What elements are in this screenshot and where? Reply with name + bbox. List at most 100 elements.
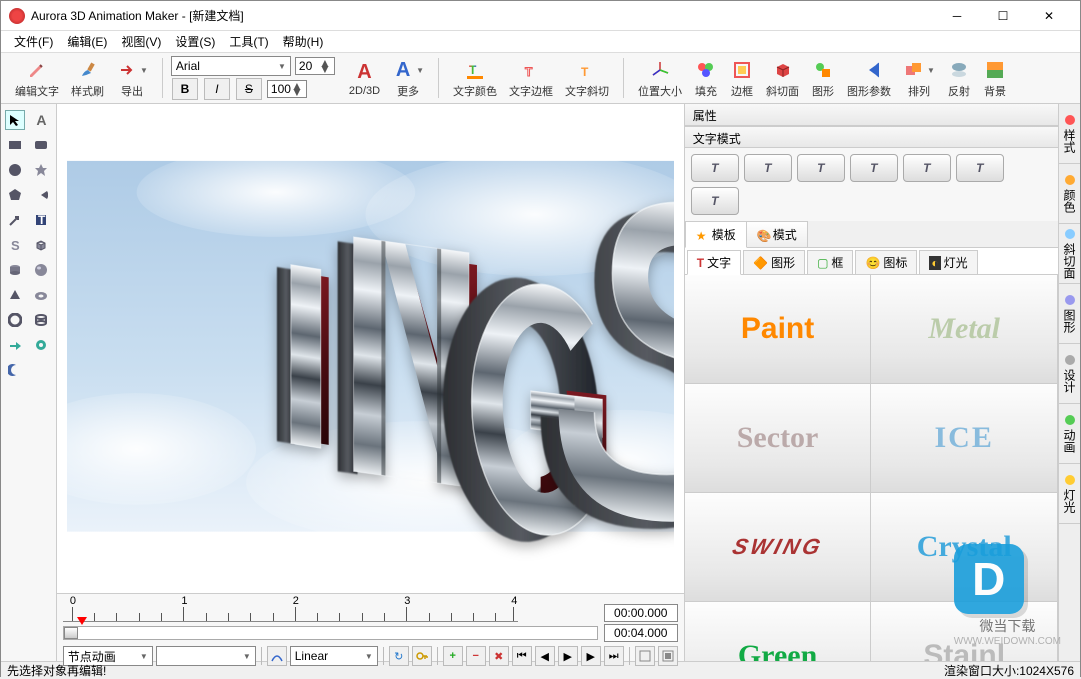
- text-mode-3[interactable]: T: [797, 154, 845, 182]
- preset-metal[interactable]: Metal: [870, 275, 1058, 384]
- menu-help[interactable]: 帮助(H): [276, 31, 331, 52]
- tool-ring[interactable]: [5, 310, 25, 330]
- tab-mode[interactable]: 🎨模式: [746, 221, 808, 247]
- text-mode-1[interactable]: T: [691, 154, 739, 182]
- font-size-top[interactable]: 20▲▼: [295, 57, 335, 75]
- side-tab-design[interactable]: 设计: [1059, 344, 1080, 404]
- settings-1-button[interactable]: [635, 646, 655, 666]
- subtab-light[interactable]: ◐灯光: [919, 250, 977, 274]
- preset-green[interactable]: Green: [685, 601, 872, 661]
- first-button[interactable]: ⏮: [512, 646, 532, 666]
- shape-param-button[interactable]: 图形参数: [841, 55, 897, 101]
- prev-button[interactable]: ◀: [535, 646, 555, 666]
- tool-cube[interactable]: [31, 235, 51, 255]
- text-font-a-button[interactable]: A 2D/3D: [343, 57, 386, 99]
- tool-empty[interactable]: [31, 360, 51, 380]
- menu-tools[interactable]: 工具(T): [222, 31, 275, 52]
- edit-text-button[interactable]: 编辑文字: [9, 55, 65, 101]
- italic-button[interactable]: I: [204, 78, 230, 100]
- settings-2-button[interactable]: [658, 646, 678, 666]
- refresh-button[interactable]: ↻: [389, 646, 409, 666]
- preset-swing[interactable]: SWING: [685, 492, 872, 602]
- pos-size-button[interactable]: 位置大小: [632, 55, 688, 101]
- side-tab-bevel[interactable]: 斜切面: [1059, 224, 1080, 284]
- tab-template[interactable]: ★模板: [685, 221, 747, 248]
- last-button[interactable]: ⏭: [604, 646, 624, 666]
- tool-star[interactable]: [31, 160, 51, 180]
- maximize-button[interactable]: ☐: [980, 2, 1026, 30]
- subtab-frame[interactable]: ▢框: [807, 250, 853, 274]
- subtab-icon[interactable]: 😊图标: [855, 250, 917, 274]
- text-bevel-button[interactable]: T文字斜切: [559, 55, 615, 101]
- close-button[interactable]: ✕: [1026, 2, 1072, 30]
- side-tab-shape[interactable]: 图形: [1059, 284, 1080, 344]
- side-tab-light[interactable]: 灯光: [1059, 464, 1080, 524]
- style-brush-button[interactable]: 样式刷: [65, 55, 110, 101]
- timeline-slider[interactable]: [63, 626, 598, 640]
- playhead-marker[interactable]: [77, 617, 87, 625]
- menu-settings[interactable]: 设置(S): [168, 31, 222, 52]
- slider-thumb[interactable]: [64, 627, 78, 639]
- minimize-button[interactable]: ─: [934, 2, 980, 30]
- tool-sphere[interactable]: [31, 260, 51, 280]
- anim-sub-select[interactable]: ▼: [156, 646, 256, 666]
- reflect-button[interactable]: 反射: [941, 55, 977, 101]
- export-button[interactable]: ▼ 导出: [110, 55, 154, 101]
- time-end[interactable]: 00:04.000: [604, 624, 678, 642]
- menu-view[interactable]: 视图(V): [114, 31, 168, 52]
- text-mode-7[interactable]: T: [691, 187, 739, 215]
- tool-s[interactable]: S: [5, 235, 25, 255]
- subtab-shape[interactable]: 🔶图形: [743, 250, 805, 274]
- bold-button[interactable]: B: [172, 78, 198, 100]
- preset-paint[interactable]: Paint: [685, 275, 872, 384]
- fill-button[interactable]: 填充: [688, 55, 724, 101]
- tool-torus[interactable]: [31, 285, 51, 305]
- text-mode-6[interactable]: T: [956, 154, 1004, 182]
- text-mode-4[interactable]: T: [850, 154, 898, 182]
- bevel-button[interactable]: 斜切面: [760, 55, 805, 101]
- side-tab-style[interactable]: 样式: [1059, 104, 1080, 164]
- side-tab-anim[interactable]: 动画: [1059, 404, 1080, 464]
- shape-button[interactable]: 图形: [805, 55, 841, 101]
- curve-select[interactable]: Linear▼: [290, 646, 378, 666]
- tool-gear[interactable]: [31, 335, 51, 355]
- text-color-button[interactable]: T文字颜色: [447, 55, 503, 101]
- menu-edit[interactable]: 编辑(E): [60, 31, 114, 52]
- tool-arrow[interactable]: [5, 210, 25, 230]
- border-button[interactable]: 边框: [724, 55, 760, 101]
- side-tab-color[interactable]: 颜色: [1059, 164, 1080, 224]
- tool-rect[interactable]: [5, 135, 25, 155]
- text-border-button[interactable]: T文字边框: [503, 55, 559, 101]
- play-button[interactable]: ▶: [558, 646, 578, 666]
- preset-crystal[interactable]: Crystal: [870, 492, 1058, 602]
- tool-polygon[interactable]: [5, 185, 25, 205]
- curve-icon-button[interactable]: [267, 646, 287, 666]
- key-button[interactable]: [412, 646, 432, 666]
- tool-cylinder[interactable]: [5, 260, 25, 280]
- tool-text[interactable]: A: [31, 110, 51, 130]
- tool-moon[interactable]: [5, 360, 25, 380]
- canvas-viewport[interactable]: [67, 114, 674, 583]
- menu-file[interactable]: 文件(F): [7, 31, 60, 52]
- tool-arrow3d[interactable]: [5, 335, 25, 355]
- font-family-select[interactable]: Arial▼: [171, 56, 291, 76]
- add-button[interactable]: +: [443, 646, 463, 666]
- timeline-ruler[interactable]: 0 1 2 3 4: [63, 596, 518, 622]
- arrange-button[interactable]: ▼排列: [897, 55, 941, 101]
- tool-cone[interactable]: [5, 285, 25, 305]
- tool-circle[interactable]: [5, 160, 25, 180]
- font-size-bottom[interactable]: 100▲▼: [267, 80, 307, 98]
- preset-sector[interactable]: Sector: [685, 383, 872, 493]
- tool-sector[interactable]: [31, 185, 51, 205]
- tool-3dtext[interactable]: T: [31, 210, 51, 230]
- tool-roundrect[interactable]: [31, 135, 51, 155]
- tool-tube[interactable]: [31, 310, 51, 330]
- subtab-text[interactable]: T文字: [687, 250, 741, 275]
- text-mode-2[interactable]: T: [744, 154, 792, 182]
- delete-button[interactable]: ✖: [489, 646, 509, 666]
- time-current[interactable]: 00:00.000: [604, 604, 678, 622]
- next-button[interactable]: ▶: [581, 646, 601, 666]
- preset-stainless[interactable]: Stainl: [870, 601, 1058, 661]
- text-mode-5[interactable]: T: [903, 154, 951, 182]
- tool-select[interactable]: [5, 110, 25, 130]
